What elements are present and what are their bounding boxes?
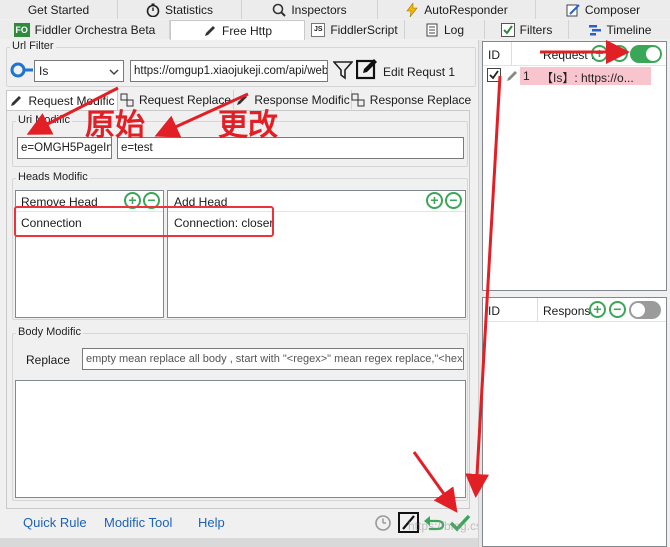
url-input[interactable]: https://omgup1.xiaojukeji.com/api/web/ <box>130 60 328 82</box>
tab-label: Filters <box>519 22 553 37</box>
bottom-scrollbar[interactable] <box>0 538 478 547</box>
response-rules-toggle[interactable] <box>629 301 661 319</box>
edit-request-icon[interactable] <box>355 58 378 83</box>
toggle-knob <box>646 47 660 61</box>
delete-request-rule-button[interactable]: − <box>611 45 628 62</box>
uri-modific-label: Uri Modific <box>16 114 72 126</box>
tab-filters[interactable]: Filters <box>485 20 569 39</box>
tab-free-http[interactable]: Free Http <box>170 20 305 40</box>
tab-label: Timeline <box>606 22 652 37</box>
replace-input[interactable]: empty mean replace all body , start with… <box>82 348 464 370</box>
main-tabs-row-1: Get Started Statistics Inspectors AutoRe… <box>0 0 670 19</box>
add-add-head-button[interactable]: + <box>426 192 443 209</box>
row-checkbox[interactable] <box>487 68 501 85</box>
match-mode-select[interactable]: Is <box>34 60 124 82</box>
modific-tool-link[interactable]: Modific Tool <box>104 515 172 530</box>
composer-icon <box>566 3 580 17</box>
fo-icon: FO <box>13 22 30 37</box>
url-filter-label: Url Filter <box>10 40 56 52</box>
footer-bar: Quick Rule Modific Tool Help <box>0 510 478 534</box>
request-rules-list[interactable]: ID Request F... + − 1 【Is】: https://o... <box>482 41 667 291</box>
magnifier-icon <box>272 3 287 17</box>
heads-modific-label: Heads Modific <box>16 171 90 183</box>
checkbox-checked-icon <box>500 22 515 37</box>
edit-request-label: Edit Requst 1 <box>383 65 456 79</box>
row-rule-text: 【Is】: https://o... <box>541 71 634 85</box>
replace-icon <box>351 93 365 107</box>
tab-label: Composer <box>584 2 641 17</box>
pencil-icon <box>9 94 23 108</box>
response-rules-list[interactable]: ID Response + − <box>482 297 667 547</box>
column-divider <box>537 298 538 322</box>
toggle-knob <box>631 303 645 317</box>
col-id: ID <box>488 304 500 318</box>
body-modific-label: Body Modific <box>16 326 83 338</box>
add-response-rule-button[interactable]: + <box>589 301 606 318</box>
stopwatch-icon <box>146 3 160 17</box>
row-highlight: 1 【Is】: https://o... <box>520 67 651 85</box>
replace-label: Replace <box>26 353 71 367</box>
toggle-key-icon[interactable] <box>10 62 34 78</box>
tab-fiddlerscript[interactable]: JS FiddlerScript <box>305 20 405 39</box>
body-textarea[interactable] <box>15 380 466 498</box>
row-id: 1 <box>523 69 530 83</box>
alarm-clock-icon[interactable] <box>373 512 393 535</box>
annotation-original-text: 原始 <box>85 108 145 143</box>
tab-autoresponder[interactable]: AutoResponder <box>378 0 536 19</box>
pencil-icon[interactable] <box>505 69 519 86</box>
tab-fiddler-orchestra[interactable]: FO Fiddler Orchestra Beta <box>0 20 170 39</box>
tab-label: Log <box>443 22 465 37</box>
tab-composer[interactable]: Composer <box>536 0 670 19</box>
tab-timeline[interactable]: Timeline <box>569 20 670 39</box>
add-request-rule-button[interactable]: + <box>591 45 608 62</box>
tab-response-replace[interactable]: Response Replace <box>351 90 472 109</box>
match-mode-value: Is <box>39 64 49 78</box>
delete-response-rule-button[interactable]: − <box>609 301 626 318</box>
help-link[interactable]: Help <box>198 515 225 530</box>
response-list-header: ID Response + − <box>483 298 666 322</box>
tab-statistics[interactable]: Statistics <box>118 0 242 19</box>
tab-label: Statistics <box>164 2 213 17</box>
timeline-icon <box>588 23 602 37</box>
quick-rule-link[interactable]: Quick Rule <box>23 515 87 530</box>
chevron-down-icon <box>109 66 119 80</box>
tab-label: Fiddler Orchestra Beta <box>34 22 156 37</box>
log-icon <box>425 23 439 37</box>
col-id: ID <box>488 48 500 62</box>
tab-label: FiddlerScript <box>330 22 398 37</box>
uri-new-input[interactable]: e=test <box>117 137 464 159</box>
table-row[interactable]: 1 【Is】: https://o... <box>483 67 666 85</box>
request-list-header: ID Request F... + − <box>483 42 666 66</box>
tab-label: Inspectors <box>291 2 347 17</box>
annotation-header-box <box>14 206 274 237</box>
delete-add-head-button[interactable]: − <box>445 192 462 209</box>
tab-label: AutoResponder <box>424 2 508 17</box>
tab-get-started[interactable]: Get Started <box>0 0 118 19</box>
column-divider <box>511 42 512 66</box>
lightning-icon <box>405 1 419 17</box>
request-rules-toggle[interactable] <box>630 45 662 63</box>
tab-label: Free Http <box>221 23 272 38</box>
pencil-icon <box>203 24 217 38</box>
tab-label: Response Replace <box>369 92 472 107</box>
tab-label: Get Started <box>27 2 90 17</box>
tab-log[interactable]: Log <box>405 20 485 39</box>
annotation-changed-text: 更改 <box>218 108 278 143</box>
js-file-icon: JS <box>311 22 326 37</box>
filter-icon[interactable] <box>332 60 354 83</box>
tab-inspectors[interactable]: Inspectors <box>242 0 378 19</box>
main-tabs-row-2: FO Fiddler Orchestra Beta Free Http JS F… <box>0 20 670 40</box>
